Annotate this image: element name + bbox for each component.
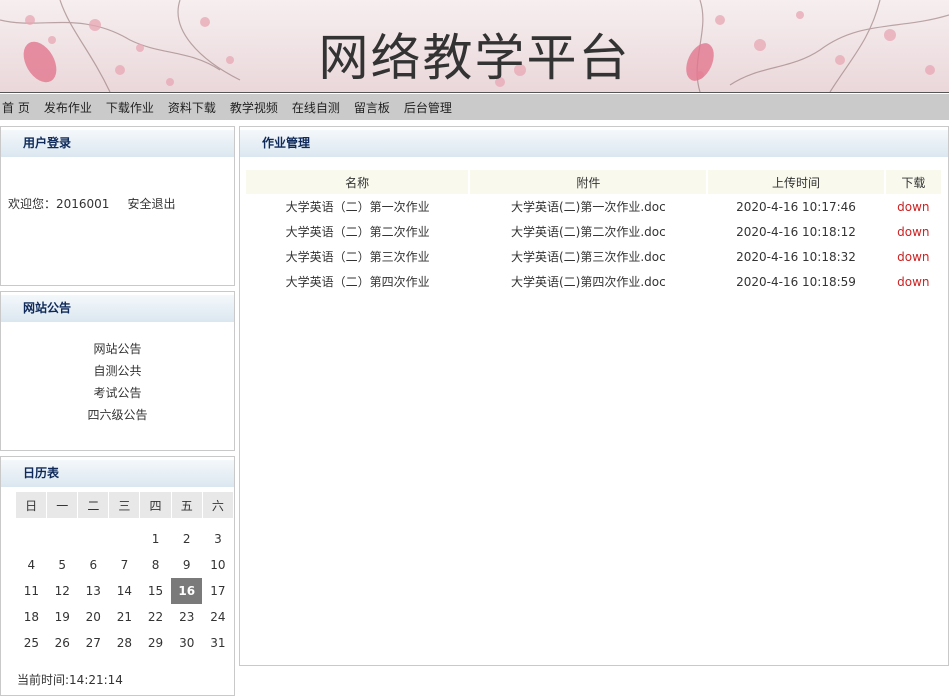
weekday-header: 五	[171, 492, 203, 518]
calendar-day[interactable]: 18	[16, 604, 47, 630]
attachment-name: 大学英语(二)第四次作业.doc	[510, 275, 666, 289]
homework-name: 大学英语（二）第三次作业	[285, 250, 430, 264]
notice-item[interactable]: 四六级公告	[1, 404, 234, 426]
table-row: 大学英语（二）第四次作业 大学英语(二)第四次作业.doc 2020-4-16 10…	[246, 269, 942, 294]
welcome-text: 欢迎您：2016001	[8, 197, 110, 211]
banner: 网络教学平台	[0, 0, 949, 93]
column-header: 名称	[246, 170, 471, 194]
upload-time: 2020-4-16 10:18:59	[736, 274, 856, 289]
homework-name: 大学英语（二）第二次作业	[285, 225, 430, 239]
calendar-day[interactable]: 17	[202, 578, 233, 604]
nav-item-1[interactable]: 发布作业	[44, 99, 92, 116]
calendar-panel-header: 日历表	[1, 460, 234, 487]
calendar-day[interactable]: 29	[140, 630, 171, 656]
notice-panel-header: 网站公告	[1, 295, 234, 322]
download-link[interactable]: down	[885, 269, 942, 294]
nav-item-5[interactable]: 在线自测	[292, 99, 340, 116]
calendar-empty-cell	[109, 526, 140, 552]
download-link[interactable]: down	[885, 194, 942, 219]
calendar-day[interactable]: 7	[109, 552, 140, 578]
calendar-day[interactable]: 23	[171, 604, 202, 630]
notice-item[interactable]: 网站公告	[1, 338, 234, 360]
table-row: 大学英语（二）第一次作业 大学英语(二)第一次作业.doc 2020-4-16 10…	[246, 194, 942, 219]
calendar-day[interactable]: 22	[140, 604, 171, 630]
nav-item-4[interactable]: 教学视频	[230, 99, 278, 116]
homework-name: 大学英语（二）第四次作业	[285, 275, 430, 289]
calendar-day[interactable]: 1	[140, 526, 171, 552]
calendar-table: 日一二三四五六 1 2 3 4 5 6 7 8 9 10 11 12 13 14 15 16 17 18 19 20 21…	[16, 492, 235, 656]
calendar-panel: 日历表 日一二三四五六 1 2 3 4 5 6 7 8 9 10 11 12 13 14 15 16 17 18 19…	[0, 456, 235, 696]
calendar-day[interactable]: 15	[140, 578, 171, 604]
table-row: 大学英语（二）第二次作业 大学英语(二)第二次作业.doc 2020-4-16 10…	[246, 219, 942, 244]
upload-time: 2020-4-16 10:18:12	[736, 224, 856, 239]
column-header: 下载	[884, 170, 944, 194]
attachment-name: 大学英语(二)第一次作业.doc	[510, 200, 666, 214]
calendar-empty-cell	[78, 526, 109, 552]
calendar-day[interactable]: 26	[47, 630, 78, 656]
calendar-day[interactable]: 30	[171, 630, 202, 656]
calendar-day[interactable]: 3	[202, 526, 233, 552]
calendar-day[interactable]: 4	[16, 552, 47, 578]
current-time: 当前时间:14:21:14	[17, 673, 123, 687]
calendar-day[interactable]: 31	[202, 630, 233, 656]
homework-table: 名称 附件 上传时间 下载大学英语（二）第一次作业 大学英语(二)第一次作业.doc 20…	[246, 170, 944, 294]
main-nav: 首 页发布作业 下载作业 资料下载 教学视频 在线自测 留言板 后台管理	[0, 94, 949, 120]
weekday-header: 四	[139, 492, 172, 518]
welcome-area: 欢迎您：2016001 安全退出	[8, 195, 175, 212]
calendar-day[interactable]: 2	[171, 526, 202, 552]
calendar-day[interactable]: 11	[16, 578, 47, 604]
attachment-name: 大学英语(二)第二次作业.doc	[510, 225, 666, 239]
weekday-header: 三	[108, 492, 141, 518]
weekday-header: 一	[46, 492, 79, 518]
login-panel: 用户登录 欢迎您：2016001 安全退出	[0, 126, 235, 286]
calendar-day[interactable]: 16	[171, 578, 203, 604]
calendar-empty-cell	[16, 526, 47, 552]
login-panel-header: 用户登录	[1, 130, 234, 157]
calendar-day[interactable]: 13	[78, 578, 109, 604]
calendar-day[interactable]: 8	[140, 552, 171, 578]
nav-item-6[interactable]: 留言板	[354, 99, 390, 116]
calendar-day[interactable]: 6	[78, 552, 109, 578]
calendar-day[interactable]: 5	[47, 552, 78, 578]
upload-time: 2020-4-16 10:18:32	[736, 249, 856, 264]
nav-item-7[interactable]: 后台管理	[404, 99, 452, 116]
calendar-day[interactable]: 28	[109, 630, 140, 656]
logout-link[interactable]: 安全退出	[127, 197, 175, 211]
weekday-header: 二	[77, 492, 110, 518]
calendar-day[interactable]: 19	[47, 604, 78, 630]
notice-list: 网站公告 自测公共 考试公告 四六级公告	[1, 338, 234, 426]
download-link[interactable]: down	[885, 244, 942, 269]
calendar-empty-cell	[47, 526, 78, 552]
homework-panel-header: 作业管理	[240, 130, 948, 157]
nav-item-0[interactable]: 首 页	[2, 99, 30, 116]
nav-item-2[interactable]: 下载作业	[106, 99, 154, 116]
calendar-day[interactable]: 21	[109, 604, 140, 630]
homework-panel: 作业管理 名称 附件 上传时间 下载大学英语（二）第一次作业 大学英语(二)第一次作业.…	[239, 126, 949, 666]
site-title: 网络教学平台	[318, 29, 631, 87]
download-link[interactable]: down	[885, 219, 942, 244]
calendar-day[interactable]: 10	[202, 552, 233, 578]
notice-item[interactable]: 自测公共	[1, 360, 234, 382]
nav-item-3[interactable]: 资料下载	[168, 99, 216, 116]
calendar-day[interactable]: 27	[78, 630, 109, 656]
notice-item[interactable]: 考试公告	[1, 382, 234, 404]
upload-time: 2020-4-16 10:17:46	[736, 199, 856, 214]
calendar-day[interactable]: 20	[78, 604, 109, 630]
calendar-day[interactable]: 12	[47, 578, 78, 604]
weekday-header: 六	[202, 492, 235, 518]
calendar-day[interactable]: 25	[16, 630, 47, 656]
weekday-header: 日	[16, 492, 48, 518]
attachment-name: 大学英语(二)第三次作业.doc	[510, 250, 666, 264]
column-header: 附件	[469, 170, 709, 194]
table-row: 大学英语（二）第三次作业 大学英语(二)第三次作业.doc 2020-4-16 10…	[246, 244, 942, 269]
calendar-day[interactable]: 9	[171, 552, 202, 578]
calendar-day[interactable]: 14	[109, 578, 140, 604]
column-header: 上传时间	[707, 170, 886, 194]
homework-name: 大学英语（二）第一次作业	[285, 200, 430, 214]
calendar-day[interactable]: 24	[202, 604, 233, 630]
notice-panel: 网站公告 网站公告 自测公共 考试公告 四六级公告	[0, 291, 235, 451]
